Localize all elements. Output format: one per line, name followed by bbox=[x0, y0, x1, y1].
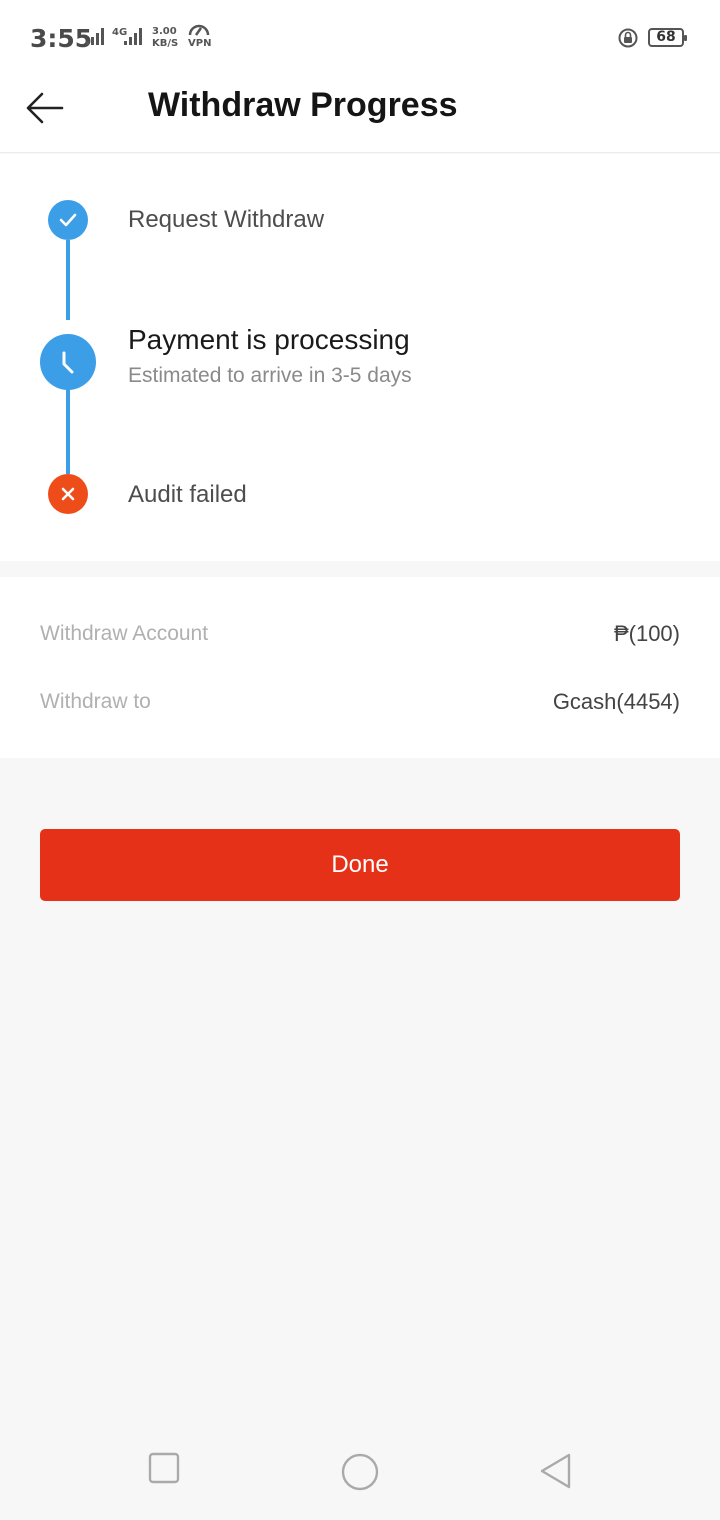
withdraw-to-label: Withdraw to bbox=[40, 690, 151, 713]
system-nav-bar bbox=[0, 1420, 720, 1520]
recent-apps-button[interactable] bbox=[148, 1452, 180, 1484]
timeline-connector bbox=[66, 240, 70, 320]
withdraw-account-label: Withdraw Account bbox=[40, 622, 209, 645]
speed-unit: KB/S bbox=[152, 38, 179, 49]
withdraw-account-value: ₱(100) bbox=[613, 621, 680, 646]
back-button[interactable] bbox=[18, 82, 70, 134]
signal-icon bbox=[86, 28, 104, 45]
back-arrow-icon bbox=[26, 92, 64, 124]
x-icon bbox=[61, 487, 75, 501]
back-nav-button[interactable] bbox=[538, 1452, 572, 1490]
step-done-indicator bbox=[48, 200, 88, 240]
check-icon bbox=[59, 213, 77, 227]
step-label-audit-failed: Audit failed bbox=[128, 481, 247, 508]
step-label-request: Request Withdraw bbox=[128, 206, 325, 233]
vpn-icon bbox=[188, 24, 210, 36]
home-button[interactable] bbox=[341, 1453, 379, 1491]
signal-icon-2 bbox=[124, 28, 142, 45]
withdraw-details: Withdraw Account ₱(100) Withdraw to Gcas… bbox=[0, 577, 720, 758]
step-sub-estimate: Estimated to arrive in 3-5 days bbox=[128, 364, 412, 387]
progress-timeline: Request Withdraw Payment is processing E… bbox=[0, 154, 720, 561]
step-current-indicator bbox=[40, 334, 96, 390]
status-bar: 3:55 4G 3.00 KB/S VPN 68 bbox=[0, 0, 720, 76]
step-label-processing: Payment is processing bbox=[128, 324, 410, 355]
app-header: Withdraw Progress bbox=[0, 76, 720, 153]
done-button[interactable]: Done bbox=[40, 829, 680, 901]
battery-icon: 68 bbox=[648, 28, 687, 47]
detail-row-destination: Withdraw to Gcash(4454) bbox=[40, 682, 680, 722]
detail-row-account: Withdraw Account ₱(100) bbox=[40, 614, 680, 654]
withdraw-to-value: Gcash(4454) bbox=[552, 689, 680, 714]
timeline-connector bbox=[66, 388, 70, 474]
speed-value: 3.00 bbox=[152, 26, 177, 37]
vpn-label: VPN bbox=[188, 38, 212, 49]
page-title: Withdraw Progress bbox=[148, 86, 458, 124]
step-failed-indicator bbox=[48, 474, 88, 514]
status-time: 3:55 bbox=[30, 24, 93, 53]
rotation-lock-icon bbox=[618, 28, 638, 48]
clock-icon bbox=[62, 351, 74, 374]
